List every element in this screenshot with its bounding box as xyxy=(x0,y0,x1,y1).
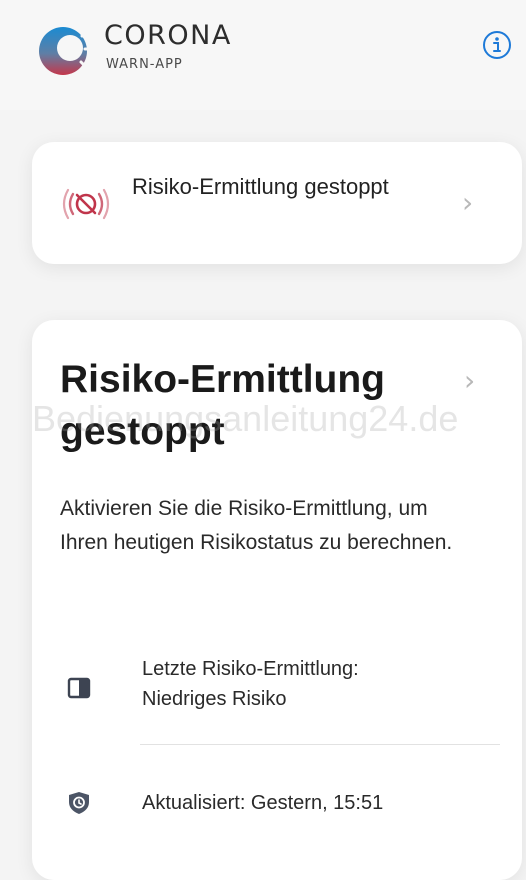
chevron-right-icon: › xyxy=(464,364,476,397)
divider xyxy=(140,744,500,745)
tracing-status-card[interactable]: Risiko-Ermittlung gestoppt › xyxy=(32,142,522,264)
shield-clock-icon xyxy=(69,792,89,814)
last-check-label: Letzte Risiko-Ermittlung: xyxy=(142,658,359,680)
app-header: CORONA WARN-APP xyxy=(0,0,526,110)
last-check-value: Niedriges Risiko xyxy=(142,688,287,710)
tracing-status-title: Risiko-Ermittlung gestoppt xyxy=(132,174,389,199)
half-filled-square-icon xyxy=(67,677,91,699)
brand-subtitle: WARN-APP xyxy=(106,57,183,72)
risk-card[interactable]: Risiko-Ermittlung gestoppt › Bedienungsa… xyxy=(32,320,522,880)
brand-name: CORONA xyxy=(104,20,232,51)
tracing-stopped-icon xyxy=(62,188,110,220)
corona-virus-logo-icon xyxy=(39,26,97,75)
risk-card-description: Aktivieren Sie die Risiko-Ermittlung, um… xyxy=(60,497,453,554)
chevron-right-icon: › xyxy=(462,186,474,219)
info-circle-icon[interactable] xyxy=(482,30,512,60)
risk-card-title: Risiko-Ermittlung gestoppt xyxy=(60,358,386,453)
updated-text: Aktualisiert: Gestern, 15:51 xyxy=(142,792,384,814)
last-check-text: Letzte Risiko-Ermittlung: Niedriges Risi… xyxy=(142,654,502,714)
